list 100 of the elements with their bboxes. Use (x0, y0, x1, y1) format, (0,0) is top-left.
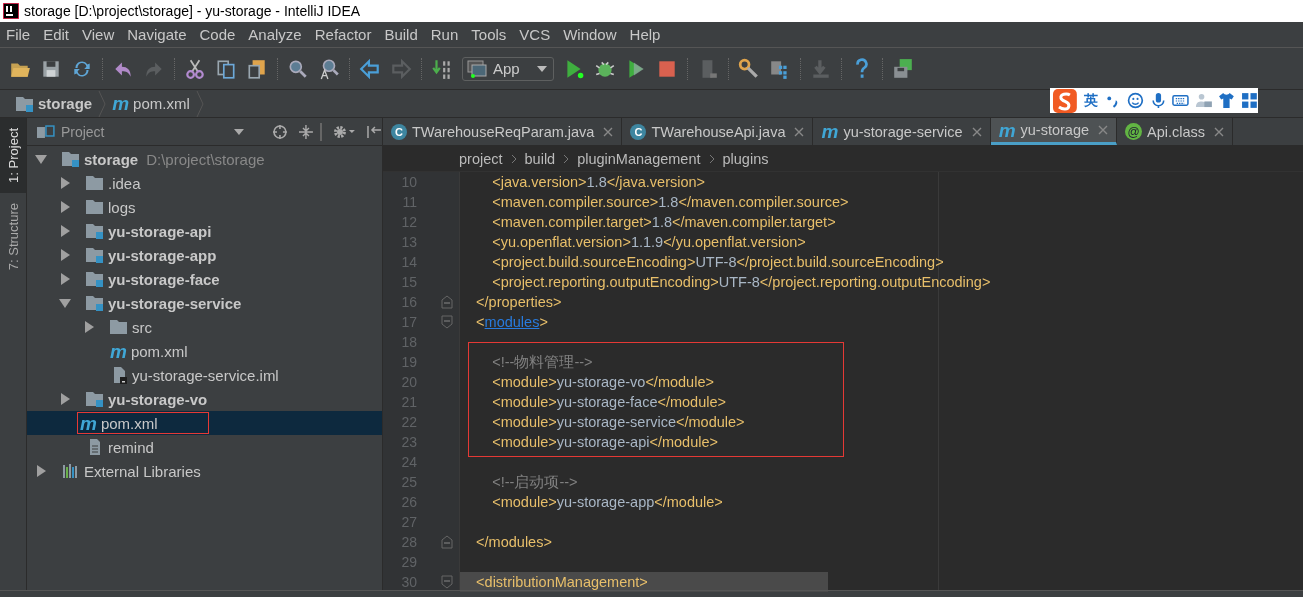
menu-item[interactable]: Help (629, 26, 661, 43)
maven-icon: m (80, 413, 97, 433)
selected-tree-row[interactable]: m pom.xml (27, 411, 382, 435)
tree-item-label[interactable]: External Libraries (84, 462, 201, 480)
hide-panel-icon[interactable] (366, 123, 382, 140)
tree-item-label[interactable]: yu-storage-api (108, 222, 212, 240)
menu-item[interactable]: VCS (519, 26, 551, 43)
breadcrumb-item[interactable]: storage (38, 95, 93, 112)
code-line: <!--物料管理--> (491, 352, 593, 372)
smiley-icon[interactable] (1126, 92, 1144, 109)
tree-item-label[interactable]: yu-storage-app (108, 246, 217, 264)
menu-item[interactable]: Edit (43, 26, 70, 43)
close-icon[interactable] (603, 126, 614, 137)
editor-tab[interactable]: @ Api.class (1117, 118, 1234, 145)
fold-marker-icon[interactable] (441, 315, 453, 329)
tree-item-label[interactable]: remind (108, 438, 154, 456)
tree-item-label[interactable]: pom.xml (100, 414, 158, 432)
menu-item[interactable]: Window (563, 26, 617, 43)
menu-item[interactable]: Build (384, 26, 418, 43)
locate-icon[interactable] (272, 123, 289, 140)
expand-arrow-icon[interactable] (83, 321, 95, 333)
code-line: <!--启动项--> (491, 472, 578, 492)
breadcrumb-item[interactable]: project (459, 150, 503, 167)
copy-icon[interactable] (215, 57, 237, 80)
expand-arrow-icon[interactable] (59, 201, 71, 213)
code-line: <java.version>1.8</java.version> (491, 174, 706, 190)
maven-icon: m (110, 341, 127, 361)
close-icon[interactable] (794, 126, 805, 137)
ime-logo-icon[interactable] (1052, 87, 1078, 114)
expand-arrow-icon[interactable] (59, 225, 71, 237)
paste-icon[interactable] (246, 57, 268, 80)
fold-marker-icon[interactable] (441, 535, 453, 549)
dropdown-caret-icon[interactable] (234, 128, 245, 135)
expand-arrow-icon[interactable] (59, 297, 71, 309)
tool-window-tab[interactable]: 1: Project (0, 118, 26, 193)
code-line: <distributionManagement> (475, 574, 648, 590)
keyboard-icon[interactable] (1172, 92, 1190, 109)
collapse-all-icon[interactable] (298, 123, 315, 140)
ime-mode[interactable]: 英 (1083, 91, 1098, 110)
breadcrumb-item[interactable]: build (524, 150, 556, 167)
shirt-icon[interactable] (1218, 92, 1236, 109)
chevron-icon (98, 90, 107, 117)
settings-icon[interactable] (332, 123, 357, 140)
editor-tab[interactable]: C TWarehouseReqParam.java (383, 118, 623, 145)
expand-arrow-icon[interactable] (59, 393, 71, 405)
tab-label: yu-storage (1020, 122, 1090, 138)
editor-tab[interactable]: m yu-storage (990, 118, 1118, 145)
replace-icon[interactable] (318, 57, 340, 80)
close-icon[interactable] (1214, 126, 1225, 137)
tool-window-tab[interactable]: 7: Structure (0, 192, 26, 281)
menu-item[interactable]: Navigate (127, 26, 187, 43)
code-line: <module>yu-storage-face</module> (491, 394, 726, 410)
tree-item-label[interactable]: yu-storage-vo (108, 390, 208, 408)
chevron-icon (510, 153, 517, 164)
wrench-icon[interactable] (738, 57, 760, 80)
tree-item-label[interactable]: yu-storage-face (108, 270, 220, 288)
code-line: <module>yu-storage-api</module> (491, 434, 718, 450)
folder-icon (86, 199, 104, 215)
tree-item-label[interactable]: logs (108, 198, 136, 216)
expand-arrow-icon[interactable] (35, 465, 47, 477)
grid-icon[interactable] (1241, 92, 1258, 109)
menu-item[interactable]: Code (199, 26, 236, 43)
tree-item-label[interactable]: pom.xml (130, 342, 188, 360)
close-icon[interactable] (1098, 125, 1109, 135)
menu-item[interactable]: Run (430, 26, 459, 43)
tree-item-label[interactable]: storage (84, 150, 139, 168)
editor-tab[interactable]: C TWarehouseApi.java (622, 118, 814, 145)
breadcrumb-item[interactable]: pom.xml (133, 95, 190, 112)
panel-title[interactable]: Project (60, 123, 105, 140)
breadcrumb-item[interactable]: plugins (722, 150, 769, 167)
close-icon[interactable] (971, 126, 982, 137)
menu-item[interactable]: File (6, 26, 31, 43)
cut-icon[interactable] (184, 57, 206, 80)
expand-arrow-icon[interactable] (59, 177, 71, 189)
fold-marker-icon[interactable] (441, 575, 453, 589)
build-icon[interactable] (431, 57, 453, 80)
tree-item-label[interactable]: yu-storage-service.iml (132, 366, 279, 384)
back-arrow-icon[interactable] (359, 57, 381, 80)
expand-arrow-icon[interactable] (59, 273, 71, 285)
menu-item[interactable]: View (82, 26, 115, 43)
fold-marker-icon[interactable] (441, 295, 453, 309)
tree-item-label[interactable]: yu-storage-service (108, 294, 242, 312)
chip-icon[interactable] (892, 57, 914, 80)
tree-item-label[interactable]: src (132, 318, 152, 336)
tree-item-label[interactable]: .idea (108, 174, 141, 192)
expand-arrow-icon[interactable] (35, 153, 47, 165)
class-icon: C (391, 123, 407, 140)
code-line: </modules> (475, 534, 552, 550)
tab-label: Api.class (1147, 123, 1206, 140)
run-config-dropdown[interactable]: App (462, 56, 554, 81)
user-icon[interactable] (1195, 92, 1213, 109)
code-line: <module>yu-storage-service</module> (491, 414, 745, 430)
menu-item[interactable]: Refactor (314, 26, 372, 43)
menu-item[interactable]: Analyze (248, 26, 302, 43)
code-line: <module>yu-storage-app</module> (491, 494, 723, 510)
project-view-icon (37, 124, 55, 139)
expand-arrow-icon[interactable] (59, 249, 71, 261)
menu-item[interactable]: Tools (471, 26, 507, 43)
breadcrumb-item[interactable]: pluginManagement (577, 150, 701, 167)
editor-tab[interactable]: m yu-storage-service (813, 118, 991, 145)
